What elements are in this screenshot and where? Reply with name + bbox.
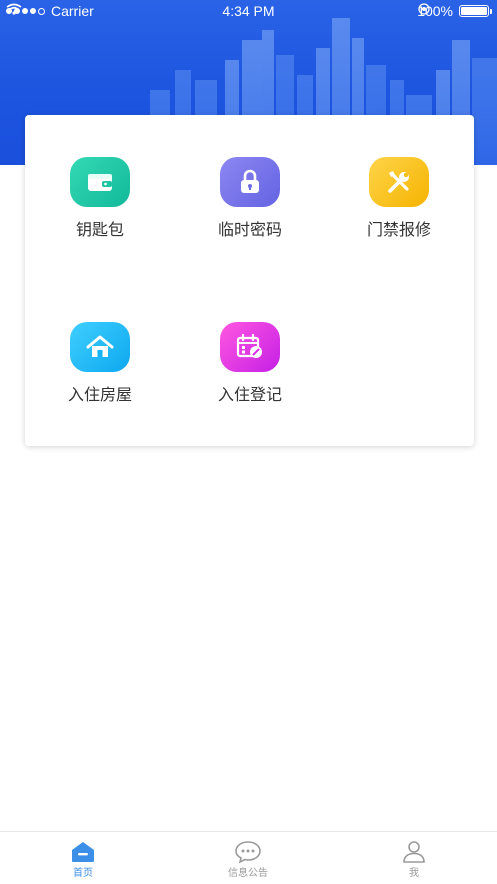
tab-label: 首页: [73, 868, 93, 879]
tab-label: 我: [409, 868, 419, 879]
menu-item-label: 门禁报修: [366, 222, 431, 239]
tools-icon: [369, 157, 429, 207]
user-icon: [364, 840, 464, 864]
status-bar: Carrier 4:34 PM 100%: [0, 0, 497, 24]
tab-announcements[interactable]: 信息公告: [198, 840, 298, 879]
menu-item-access-repair[interactable]: 门禁报修: [324, 157, 474, 267]
menu-item-temp-password[interactable]: 临时密码: [175, 157, 325, 267]
home-icon: [33, 840, 133, 864]
wallet-icon: [70, 157, 130, 207]
location-lock-icon: [418, 3, 430, 15]
tab-home[interactable]: 首页: [33, 840, 133, 879]
menu-item-label: 临时密码: [217, 222, 282, 239]
menu-item-keys[interactable]: 钥匙包: [25, 157, 175, 267]
message-icon: [198, 840, 298, 864]
calendar-icon: [220, 322, 280, 372]
bottom-tab-bar: 首页 信息公告 我: [0, 831, 497, 884]
menu-item-check-in[interactable]: 入住登记: [175, 322, 325, 432]
menu-item-label: 入住房屋: [67, 387, 132, 404]
menu-item-label: 钥匙包: [75, 222, 124, 239]
menu-item-my-house[interactable]: 入住房屋: [25, 322, 175, 432]
function-card: 钥匙包 临时密码 门禁报修 入住房屋 入住登记: [25, 115, 474, 446]
menu-item-label: 入住登记: [217, 387, 282, 404]
battery-icon: [459, 5, 492, 17]
home-icon: [70, 322, 130, 372]
status-right: 100%: [417, 3, 492, 19]
lock-icon: [220, 157, 280, 207]
tab-me[interactable]: 我: [364, 840, 464, 879]
tab-label: 信息公告: [228, 868, 268, 879]
